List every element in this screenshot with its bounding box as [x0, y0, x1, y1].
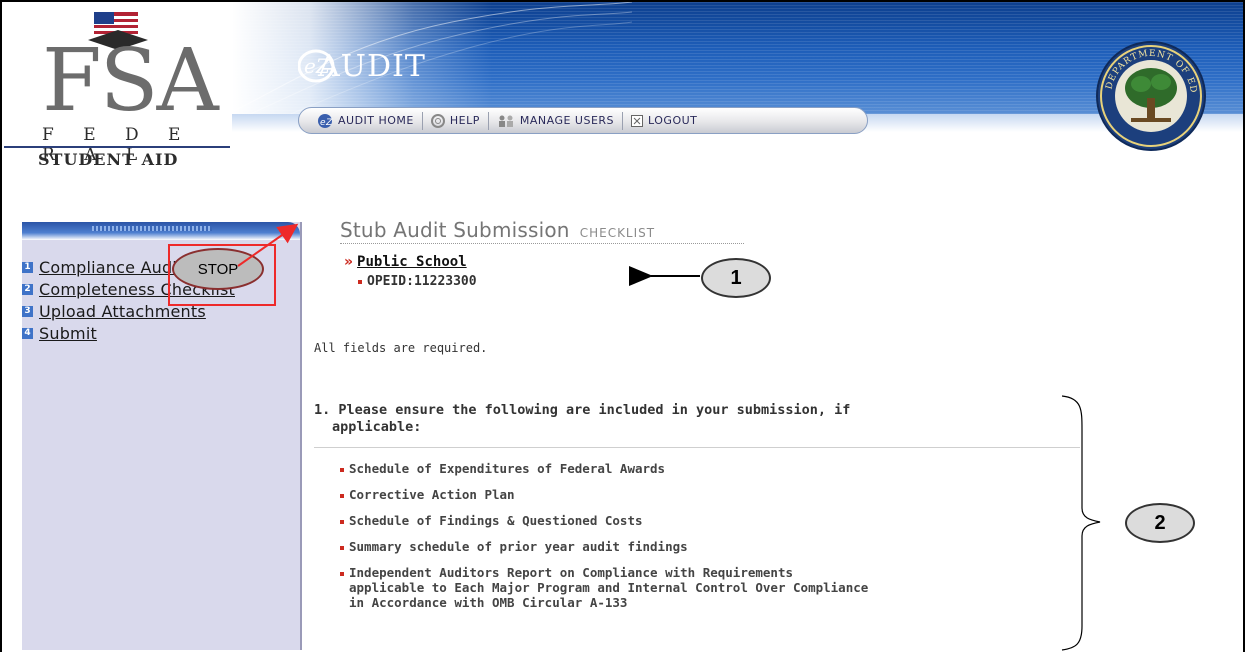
checklist-item: Schedule of Expenditures of Federal Awar… — [340, 461, 1080, 476]
bullet-icon — [340, 546, 344, 550]
bullet-icon — [340, 468, 344, 472]
question-heading: 1. Please ensure the following are inclu… — [314, 402, 1014, 436]
school-line: » Public School — [344, 254, 467, 270]
page-title-text: Stub Audit Submission — [340, 218, 570, 242]
checklist-item-text: Schedule of Findings & Questioned Costs — [349, 513, 643, 528]
checklist-item: Independent Auditors Report on Complianc… — [340, 565, 1080, 610]
opeid-line: OPEID:11223300 — [358, 274, 477, 289]
bullet-icon — [340, 572, 344, 576]
checklist: Schedule of Expenditures of Federal Awar… — [340, 461, 1080, 621]
checklist-item: Schedule of Findings & Questioned Costs — [340, 513, 1080, 528]
title-divider — [340, 243, 744, 244]
checklist-item-text: Independent Auditors Report on Complianc… — [349, 565, 869, 610]
checklist-item: Summary schedule of prior year audit fin… — [340, 539, 1080, 554]
checklist-item-text: Schedule of Expenditures of Federal Awar… — [349, 461, 666, 476]
question-line-1: 1. Please ensure the following are inclu… — [314, 402, 851, 418]
checklist-item: Corrective Action Plan — [340, 487, 1080, 502]
checklist-item-text: Summary schedule of prior year audit fin… — [349, 539, 688, 554]
bullet-icon — [340, 520, 344, 524]
question-line-2: applicable: — [332, 419, 422, 435]
opeid-value: OPEID:11223300 — [367, 274, 477, 289]
bullet-icon — [340, 494, 344, 498]
page-subtitle: CHECKLIST — [579, 226, 656, 240]
page-title: Stub Audit Submission CHECKLIST — [340, 218, 655, 245]
callout-2: 2 — [1125, 503, 1195, 543]
stop-arrow — [237, 223, 299, 267]
question-divider — [314, 447, 1080, 448]
bullet-icon — [358, 279, 362, 284]
school-name-link[interactable]: Public School — [357, 254, 467, 270]
checklist-item-text: Corrective Action Plan — [349, 487, 515, 502]
double-chevron-icon: » — [344, 254, 354, 270]
callout-1: 1 — [701, 258, 771, 298]
required-note: All fields are required. — [314, 341, 488, 355]
